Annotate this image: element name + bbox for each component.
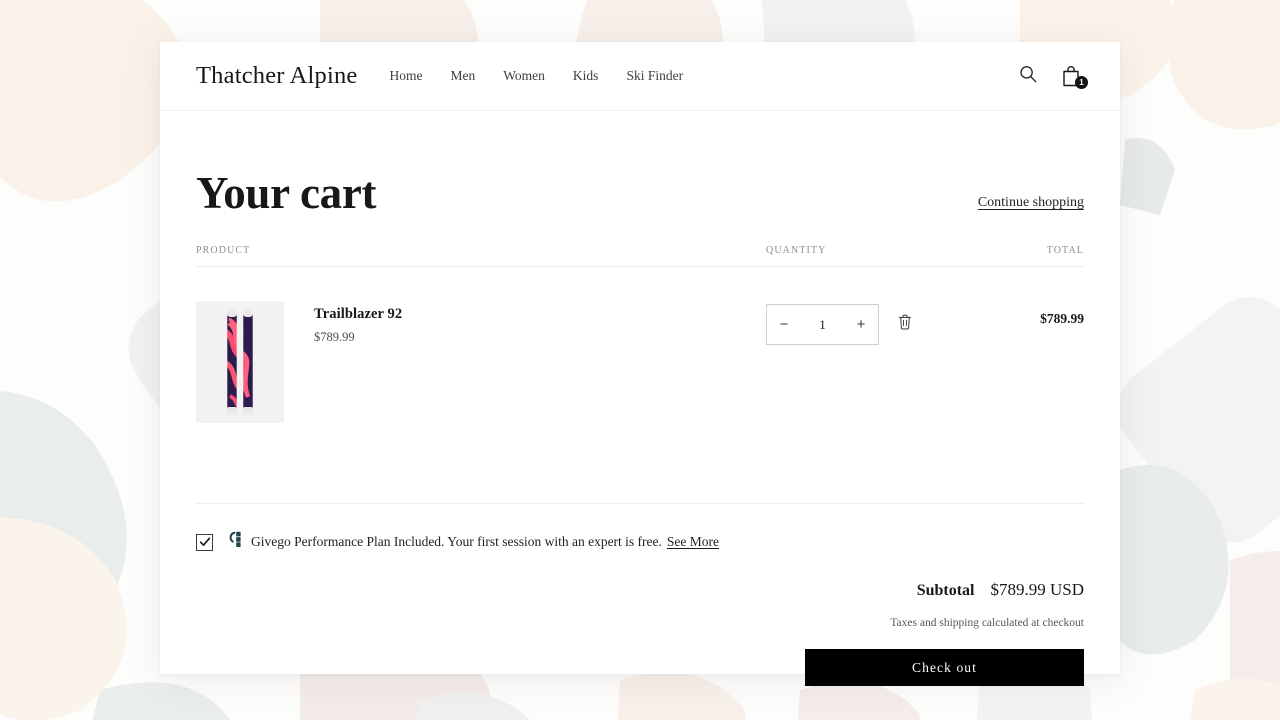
page-title: Your cart [196,168,377,218]
cart-count-badge: 1 [1075,76,1088,89]
trash-icon[interactable] [897,313,913,336]
cart-table-header: PRODUCT QUANTITY TOTAL [196,245,1084,267]
order-summary: Subtotal $789.99 USD Taxes and shipping … [196,580,1084,686]
nav-item-ski-finder[interactable]: Ski Finder [626,68,683,84]
performance-plan-checkbox[interactable] [196,533,213,551]
store-card: Thatcher Alpine Home Men Women Kids Ski … [160,42,1120,686]
quantity-decrease-button[interactable]: − [767,305,801,344]
tax-shipping-note: Taxes and shipping calculated at checkou… [890,617,1084,629]
site-logo[interactable]: Thatcher Alpine [196,62,358,90]
column-header-product: PRODUCT [196,245,251,256]
product-thumbnail[interactable] [196,301,284,423]
subtotal-value: $789.99 USD [990,580,1084,599]
search-icon[interactable] [1018,64,1038,89]
shopping-bag-icon[interactable]: 1 [1060,63,1088,89]
cart-title-row: Your cart Continue shopping [196,111,1084,216]
nav-item-kids[interactable]: Kids [573,68,599,84]
subtotal-row: Subtotal $789.99 USD [196,580,1084,600]
performance-plan-row: Givego Performance Plan Included. Your f… [196,504,1084,553]
column-header-quantity: QUANTITY [766,245,827,256]
product-name[interactable]: Trailblazer 92 [314,306,402,323]
checkout-button[interactable]: Check out [805,649,1084,686]
quantity-stepper[interactable]: − 1 + [766,304,879,345]
nav-item-men[interactable]: Men [451,68,476,84]
column-header-total: TOTAL [1046,245,1084,256]
quantity-increase-button[interactable]: + [844,305,878,344]
header-actions: 1 [1018,63,1088,89]
cart-body: Your cart Continue shopping PRODUCT QUAN… [160,111,1120,686]
quantity-value[interactable]: 1 [801,317,844,333]
performance-plan-text: Givego Performance Plan Included. Your f… [251,534,662,549]
cart-item-product-cell: Trailblazer 92 $789.99 [196,301,766,423]
main-nav: Home Men Women Kids Ski Finder [390,68,684,84]
see-more-link[interactable]: See More [667,534,719,550]
subtotal-label: Subtotal [916,582,975,599]
nav-item-home[interactable]: Home [390,68,423,84]
cart-item-line-total: $789.99 [1040,311,1084,326]
product-price: $789.99 [314,330,355,344]
checkmark-icon [199,537,210,546]
cart-item-quantity-cell: − 1 + [766,301,936,345]
page-root: Thatcher Alpine Home Men Women Kids Ski … [0,0,1280,720]
skis-image [196,301,284,423]
continue-shopping-link[interactable]: Continue shopping [978,195,1084,216]
cart-line-item: Trailblazer 92 $789.99 − 1 + $789.99 [196,267,1084,447]
product-info: Trailblazer 92 $789.99 [314,301,402,345]
nav-item-women[interactable]: Women [503,68,545,84]
givego-logo-icon [229,531,242,553]
site-header: Thatcher Alpine Home Men Women Kids Ski … [160,42,1120,111]
